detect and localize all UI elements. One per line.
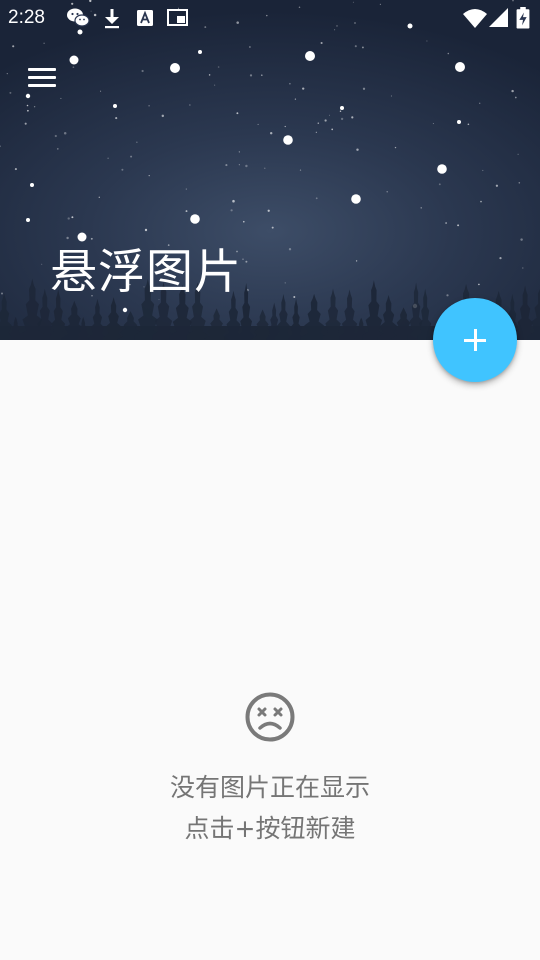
hamburger-menu-icon: [28, 68, 56, 71]
keyboard-a-icon: [137, 10, 153, 26]
battery-charging-icon: [516, 7, 530, 29]
download-icon: [105, 9, 119, 29]
header-banner: 2:28 悬浮图片: [0, 0, 540, 340]
status-time: 2:28: [8, 7, 45, 28]
menu-button[interactable]: [22, 62, 62, 94]
wifi-icon: [463, 9, 487, 28]
add-image-fab[interactable]: [433, 298, 517, 382]
sad-face-icon: [245, 692, 295, 742]
empty-state-hint: 点击+按钮新建: [184, 814, 356, 843]
page-title: 悬浮图片: [50, 245, 242, 300]
cellular-signal-icon: [489, 8, 508, 27]
picture-in-picture-icon: [167, 9, 188, 26]
wechat-icon: [67, 8, 90, 27]
empty-state-message: 没有图片正在显示: [169, 773, 370, 802]
status-bar: 2:28: [0, 0, 540, 36]
